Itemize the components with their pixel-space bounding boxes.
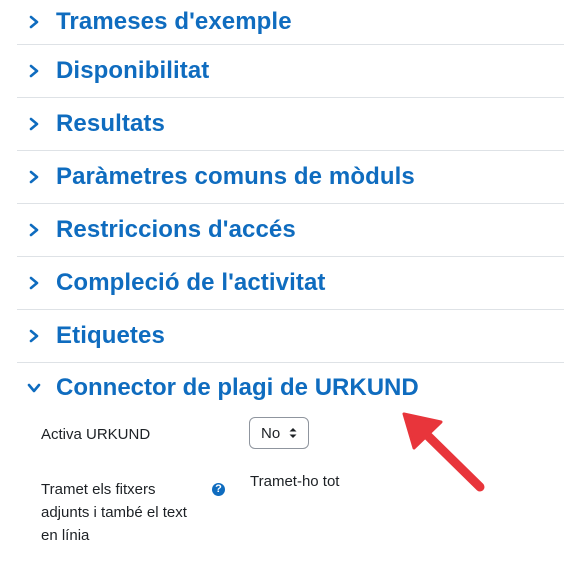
collapsed-sections: Trameses d'exemple Disponibilitat Result… (17, 0, 564, 363)
chevron-right-icon (27, 223, 41, 237)
chevron-down-icon[interactable] (27, 381, 41, 399)
chevron-right-icon (27, 64, 41, 78)
help-icon[interactable]: ? (212, 483, 225, 496)
section-title: Restriccions d'accés (56, 216, 296, 243)
chevron-right-icon (27, 117, 41, 131)
section-etiquetes[interactable]: Etiquetes (17, 310, 564, 363)
sort-caret-icon (288, 426, 298, 444)
label-line: adjunts i també el text (41, 504, 187, 521)
section-parametres-comuns[interactable]: Paràmetres comuns de mòduls (17, 151, 564, 204)
section-title[interactable]: Connector de plagi de URKUND (56, 374, 419, 402)
section-connector-plagi-urkund: Connector de plagi de URKUND Activa URKU… (17, 365, 564, 566)
chevron-right-icon (27, 15, 41, 29)
tramet-fitxers-label: Tramet els fitxers adjunts i també el te… (41, 478, 187, 547)
label-line: en línia (41, 527, 90, 544)
activa-urkund-label: Activa URKUND (41, 426, 151, 443)
section-title: Resultats (56, 110, 165, 137)
section-title: Etiquetes (56, 322, 165, 349)
section-disponibilitat[interactable]: Disponibilitat (17, 45, 564, 98)
section-trameses-exemple[interactable]: Trameses d'exemple (17, 0, 564, 45)
section-restriccions-acces[interactable]: Restriccions d'accés (17, 204, 564, 257)
section-title: Paràmetres comuns de mòduls (56, 163, 415, 190)
section-title: Disponibilitat (56, 57, 210, 84)
section-resultats[interactable]: Resultats (17, 98, 564, 151)
section-complecio-activitat[interactable]: Compleció de l'activitat (17, 257, 564, 310)
chevron-right-icon (27, 329, 41, 343)
section-title: Trameses d'exemple (56, 8, 292, 35)
chevron-right-icon (27, 170, 41, 184)
section-title: Compleció de l'activitat (56, 269, 326, 296)
select-value: No (261, 424, 281, 442)
chevron-right-icon (27, 276, 41, 290)
activa-urkund-select[interactable]: No (249, 417, 309, 449)
label-line: Tramet els fitxers (41, 481, 156, 498)
tramet-fitxers-value: Tramet-ho tot (250, 473, 340, 490)
